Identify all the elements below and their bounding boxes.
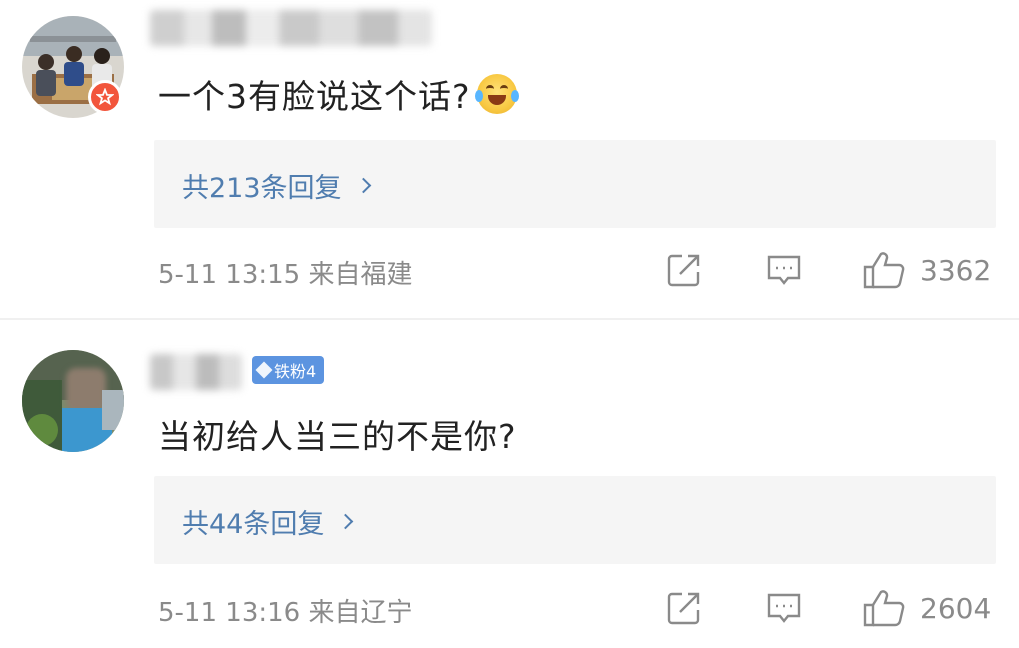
comment-item: 铁粉4 当初给人当三的不是你? 共44条回复 5-11 13:16 来自辽宁 2… — [0, 320, 1019, 648]
fan-level-label: 铁粉4 — [274, 362, 317, 381]
comment-text-content: 当初给人当三的不是你? — [158, 417, 517, 456]
star-badge-icon — [96, 88, 114, 106]
share-button[interactable] — [664, 588, 704, 628]
username-blurred[interactable] — [150, 10, 432, 46]
view-replies-link[interactable]: 共44条回复 — [182, 502, 354, 541]
avatar[interactable] — [22, 350, 124, 452]
comment-item: 一个3有脸说这个话? 共213条回复 5-11 13:15 来自福建 3362 — [0, 0, 1019, 318]
like-button[interactable]: 2604 — [862, 588, 991, 628]
verified-badge — [88, 80, 122, 114]
comment-text: 当初给人当三的不是你? — [158, 410, 517, 458]
share-button[interactable] — [664, 250, 704, 290]
like-count: 2604 — [920, 591, 992, 625]
comment-button[interactable] — [764, 250, 804, 290]
thumbs-up-icon — [863, 252, 905, 289]
comment-button[interactable] — [764, 588, 804, 628]
comment-meta: 5-11 13:15 来自福建 — [158, 260, 413, 290]
laughing-tears-emoji-icon — [474, 74, 519, 114]
diamond-icon — [255, 361, 273, 379]
like-button[interactable]: 3362 — [862, 250, 991, 290]
replies-count-label: 共213条回复 — [182, 173, 342, 204]
share-icon — [667, 254, 700, 287]
comment-icon — [767, 593, 801, 623]
replies-count-label: 共44条回复 — [182, 509, 325, 540]
view-replies-link[interactable]: 共213条回复 — [182, 166, 371, 205]
comment-text: 一个3有脸说这个话? — [158, 70, 519, 118]
username-blurred[interactable] — [150, 354, 242, 390]
thumbs-up-icon — [863, 590, 905, 627]
chevron-right-icon — [338, 513, 354, 530]
like-count: 3362 — [920, 253, 992, 287]
fan-level-badge: 铁粉4 — [252, 356, 325, 384]
comment-meta: 5-11 13:16 来自辽宁 — [158, 598, 413, 628]
comment-icon — [767, 255, 801, 285]
share-icon — [667, 592, 700, 625]
comment-text-content: 一个3有脸说这个话? — [158, 77, 471, 116]
replies-box[interactable]: 共44条回复 — [154, 476, 996, 564]
replies-box[interactable]: 共213条回复 — [154, 140, 996, 228]
chevron-right-icon — [355, 177, 371, 194]
